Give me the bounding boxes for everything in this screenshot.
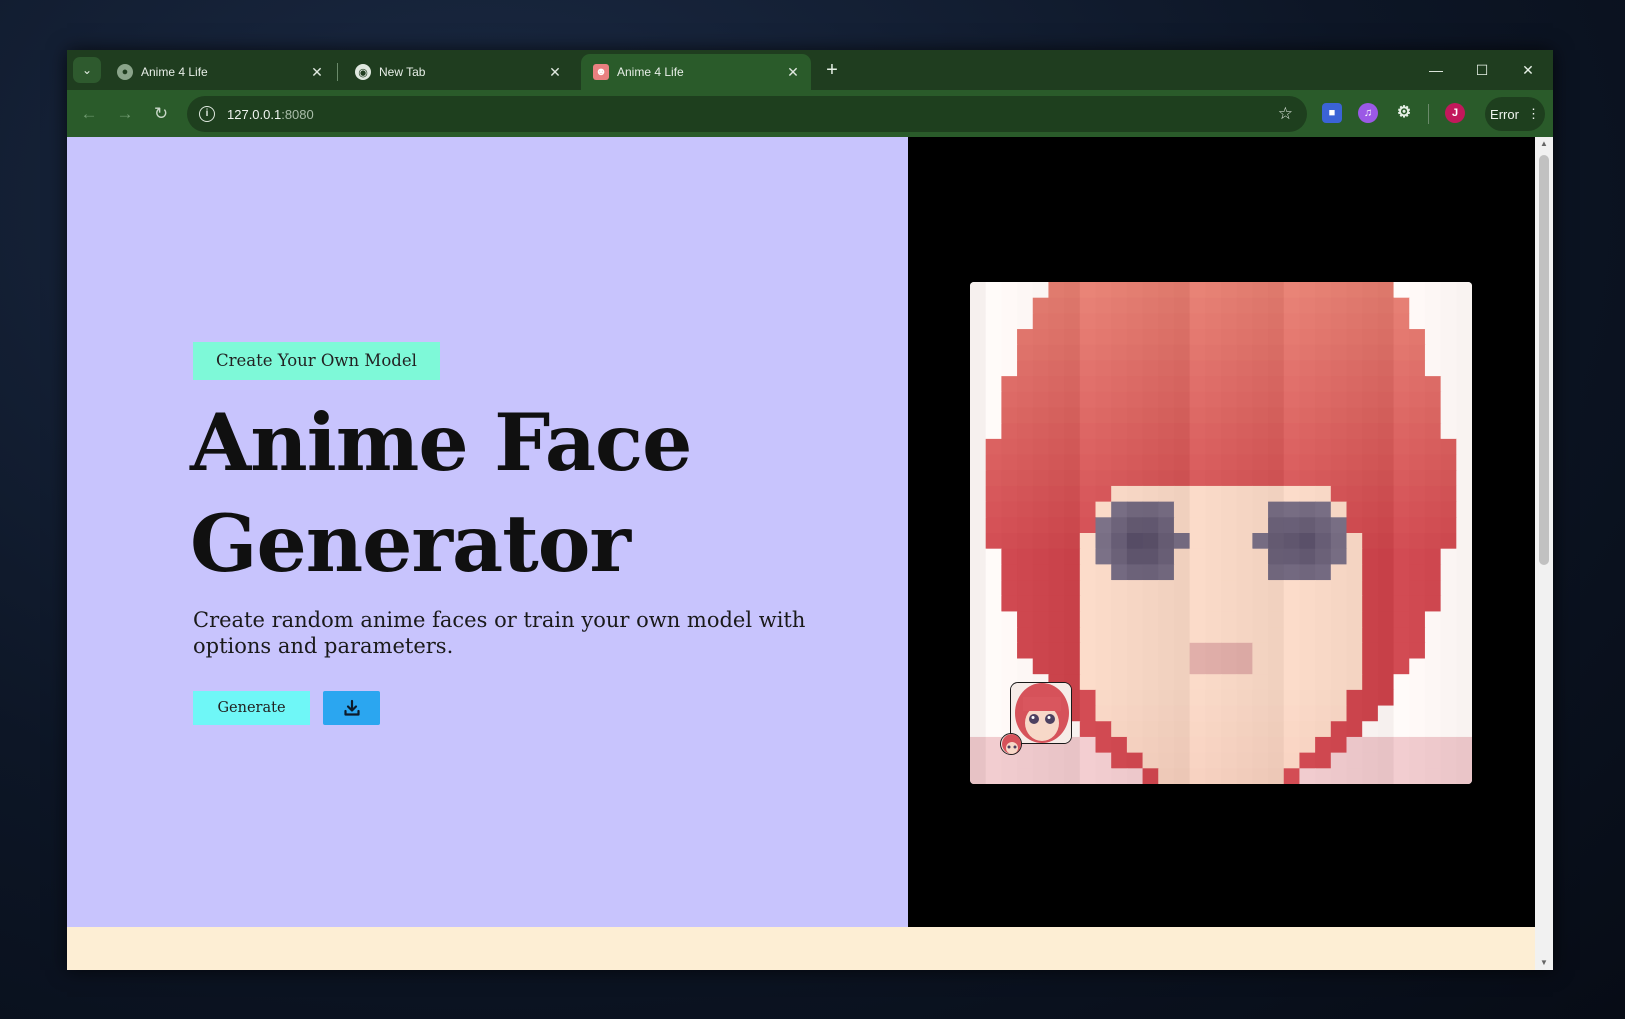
tab-anime-4-life-active[interactable]: ☻ Anime 4 Life ✕ — [581, 54, 811, 90]
hero-right-panel — [908, 137, 1535, 927]
back-icon[interactable]: ← — [75, 100, 103, 128]
tab-anime-4-life-1[interactable]: ● Anime 4 Life ✕ — [105, 54, 335, 90]
title-line-2: Generator — [190, 497, 631, 590]
tab-new-tab[interactable]: ◉ New Tab ✕ — [343, 54, 573, 90]
maximize-icon[interactable]: ☐ — [1459, 56, 1505, 84]
tab-title: Anime 4 Life — [141, 65, 208, 79]
download-button[interactable] — [323, 691, 380, 725]
new-tab-button[interactable]: + — [819, 58, 845, 84]
title-line-1: Anime Face — [190, 396, 692, 489]
kebab-menu-icon: ⋮ — [1526, 106, 1540, 121]
window-close-icon[interactable]: ✕ — [1505, 56, 1551, 84]
tab-strip: ⌄ ● Anime 4 Life ✕ ◉ New Tab ✕ ☻ Anime 4… — [67, 50, 1553, 90]
minimize-icon[interactable]: — — [1413, 56, 1459, 84]
bookmark-star-icon[interactable]: ☆ — [1278, 104, 1293, 124]
create-model-tag[interactable]: Create Your Own Model — [193, 342, 440, 380]
address-port: :8080 — [281, 106, 314, 122]
next-section-strip — [67, 927, 1535, 970]
download-icon — [343, 699, 360, 716]
error-menu-button[interactable]: Error ⋮ — [1485, 97, 1545, 131]
site-info-icon[interactable]: i — [199, 106, 215, 122]
globe-icon: ● — [117, 64, 133, 80]
music-extension-icon[interactable]: ♫ — [1358, 103, 1378, 123]
browser-toolbar: ← → ↻ i 127.0.0.1:8080 ☆ ■ ♫ ⚙ J Error ⋮ — [67, 90, 1553, 137]
tab-search-button[interactable]: ⌄ — [73, 57, 101, 83]
scroll-up-arrow-icon[interactable]: ▲ — [1535, 137, 1553, 151]
toolbar-divider — [1428, 104, 1429, 124]
page-title: Anime Face Generator — [190, 392, 890, 594]
reload-icon[interactable]: ↻ — [147, 100, 175, 128]
forward-icon[interactable]: → — [111, 100, 139, 128]
chrome-icon: ◉ — [355, 64, 371, 80]
hero-subtitle: Create random anime faces or train your … — [193, 608, 806, 658]
scroll-thumb[interactable] — [1539, 155, 1549, 565]
generate-button[interactable]: Generate — [193, 691, 310, 725]
address-bar[interactable]: i 127.0.0.1:8080 ☆ — [187, 96, 1307, 132]
close-icon[interactable]: ✕ — [547, 64, 563, 80]
close-icon[interactable]: ✕ — [309, 64, 325, 80]
tab-title: Anime 4 Life — [617, 65, 684, 79]
tab-title: New Tab — [379, 65, 426, 79]
address-host: 127.0.0.1 — [227, 106, 282, 122]
docs-extension-icon[interactable]: ■ — [1322, 103, 1342, 123]
page-scrollbar[interactable]: ▲ ▼ — [1535, 137, 1553, 970]
browser-window: ⌄ ● Anime 4 Life ✕ ◉ New Tab ✕ ☻ Anime 4… — [67, 50, 1553, 970]
tab-divider — [337, 63, 338, 81]
extensions-puzzle-icon[interactable]: ⚙ — [1394, 103, 1414, 123]
face-mini-thumbnail[interactable] — [1000, 733, 1022, 755]
error-label: Error — [1490, 106, 1519, 122]
generated-face-image — [970, 282, 1472, 784]
profile-avatar[interactable]: J — [1445, 103, 1465, 123]
hero-left-panel: Create Your Own Model Anime Face Generat… — [67, 137, 908, 927]
scroll-down-arrow-icon[interactable]: ▼ — [1535, 956, 1553, 970]
anime-icon: ☻ — [593, 64, 609, 80]
chevron-down-icon: ⌄ — [81, 63, 93, 77]
page-viewport: Create Your Own Model Anime Face Generat… — [67, 137, 1535, 970]
close-icon[interactable]: ✕ — [785, 64, 801, 80]
face-thumbnail[interactable] — [1010, 682, 1072, 744]
